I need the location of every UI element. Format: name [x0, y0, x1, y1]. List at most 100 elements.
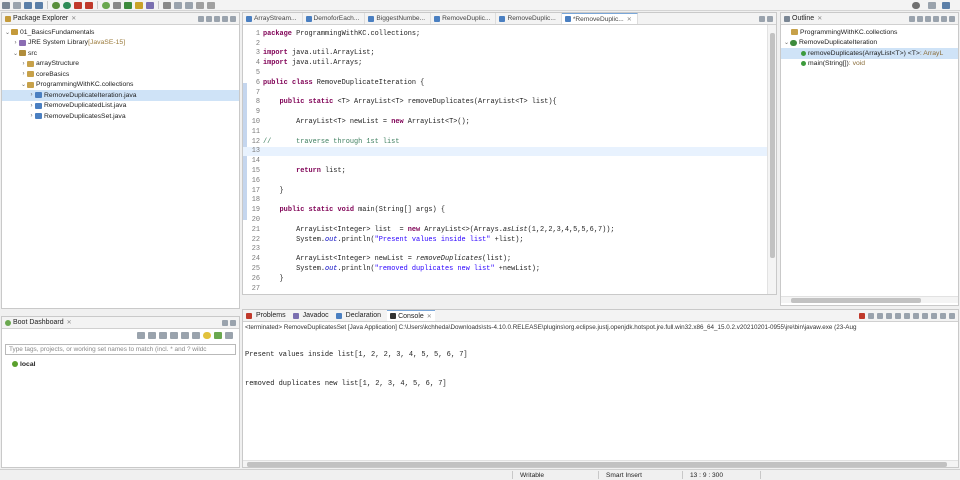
scroll-thumb[interactable]: [791, 298, 921, 303]
forward-icon[interactable]: [207, 1, 215, 9]
open-config-icon[interactable]: [181, 331, 189, 339]
restart-icon[interactable]: [137, 331, 145, 339]
hide-nonpublic-icon[interactable]: [933, 15, 939, 22]
editor-tab-active[interactable]: *RemoveDuplic... ✕: [561, 13, 638, 24]
tree-item-project[interactable]: ⌄ 01_BasicsFundamentals: [2, 27, 239, 38]
editor-tab[interactable]: DemoforEach...: [303, 13, 366, 24]
terminate-icon[interactable]: [859, 312, 865, 319]
minimize-icon[interactable]: [222, 15, 228, 22]
debug-icon[interactable]: [52, 1, 60, 9]
console-icon[interactable]: [192, 331, 200, 339]
tree-item-java-file[interactable]: › RemoveDuplicateIteration.java: [2, 90, 239, 101]
minimize-icon[interactable]: [940, 312, 946, 319]
tree-item-jre[interactable]: › JRE System Library [JavaSE-15]: [2, 38, 239, 49]
collapse-arrow-icon[interactable]: ⌄: [12, 50, 19, 57]
expand-arrow-icon[interactable]: ›: [20, 71, 27, 77]
save-icon[interactable]: [24, 1, 32, 9]
scroll-thumb[interactable]: [770, 33, 775, 258]
save-all-icon[interactable]: [35, 1, 43, 9]
tab-problems[interactable]: Problems: [256, 312, 286, 319]
collapse-arrow-icon[interactable]: ⌄: [783, 39, 790, 46]
expand-arrow-icon[interactable]: ›: [28, 113, 35, 119]
boot-target-item[interactable]: local: [2, 359, 239, 370]
scroll-thumb[interactable]: [247, 462, 947, 467]
run-config-icon[interactable]: [74, 1, 82, 9]
close-icon[interactable]: ✕: [627, 16, 632, 23]
restart-debug-icon[interactable]: [148, 331, 156, 339]
hide-static-icon[interactable]: [925, 15, 931, 22]
expand-arrow-icon[interactable]: ›: [28, 103, 35, 109]
package-explorer-title[interactable]: Package Explorer: [13, 15, 68, 22]
expand-arrow-icon[interactable]: ›: [28, 92, 35, 98]
open-type-icon[interactable]: [146, 1, 154, 9]
maximize-icon[interactable]: [767, 16, 773, 22]
pin-console-icon[interactable]: [913, 312, 919, 319]
stop-icon[interactable]: [85, 1, 93, 9]
close-icon[interactable]: ✕: [817, 15, 822, 22]
lightbulb-icon[interactable]: [203, 331, 211, 339]
open-web-icon[interactable]: [170, 331, 178, 339]
editor-tab[interactable]: RemoveDuplic...: [496, 13, 562, 24]
maximize-icon[interactable]: [949, 312, 955, 319]
sort-icon[interactable]: [909, 15, 915, 22]
tab-declaration[interactable]: Declaration: [346, 312, 381, 319]
search-icon[interactable]: [912, 2, 920, 9]
close-icon[interactable]: ✕: [427, 313, 432, 320]
boot-dashboard-title[interactable]: Boot Dashboard: [13, 319, 64, 326]
expand-arrow-icon[interactable]: ›: [20, 61, 27, 67]
outline-title[interactable]: Outline: [792, 15, 814, 22]
hide-fields-icon[interactable]: [917, 15, 923, 22]
editor-tab[interactable]: RemoveDuplic...: [431, 13, 497, 24]
annotation-next-icon[interactable]: [174, 1, 182, 9]
menu-icon[interactable]: [2, 1, 10, 9]
filter-input[interactable]: Type tags, projects, or working set name…: [5, 344, 236, 355]
minimize-icon[interactable]: [759, 16, 765, 22]
java-perspective-icon[interactable]: [942, 2, 950, 9]
back-icon[interactable]: [196, 1, 204, 9]
search-icon[interactable]: [163, 1, 171, 9]
tree-item-java-file[interactable]: › RemoveDuplicatedList.java: [2, 101, 239, 112]
tree-item-src[interactable]: ⌄ src: [2, 48, 239, 59]
outline-item-method[interactable]: removeDuplicates(ArrayList<T>) <T> : Arr…: [781, 48, 958, 59]
new-icon[interactable]: [13, 1, 21, 9]
view-menu-icon[interactable]: [214, 15, 220, 22]
outline-item-class[interactable]: ⌄ RemoveDuplicateIteration: [781, 38, 958, 49]
run-icon[interactable]: [63, 1, 71, 9]
minimize-icon[interactable]: [222, 319, 228, 326]
code-editor[interactable]: 1 package ProgrammingWithKC.collections; …: [243, 25, 767, 294]
outline-hscrollbar[interactable]: [781, 296, 958, 303]
expand-arrow-icon[interactable]: ›: [12, 40, 19, 46]
close-icon[interactable]: ✕: [67, 319, 72, 326]
collapse-arrow-icon[interactable]: ⌄: [4, 29, 11, 36]
console-output[interactable]: Present values inside list[1, 2, 2, 3, 4…: [243, 332, 958, 408]
tab-console-active[interactable]: Console ✕: [387, 310, 435, 321]
editor-tab[interactable]: BiggestNumbe...: [365, 13, 432, 24]
collapse-arrow-icon[interactable]: ⌄: [20, 81, 27, 88]
new-java-class-icon[interactable]: [124, 1, 132, 9]
annotation-prev-icon[interactable]: [185, 1, 193, 9]
console-hscrollbar[interactable]: [243, 460, 958, 467]
stop-icon[interactable]: [159, 331, 167, 339]
minimize-icon[interactable]: [949, 15, 955, 22]
tree-item-package[interactable]: › arrayStructure: [2, 59, 239, 70]
new-package-icon[interactable]: [135, 1, 143, 9]
clear-console-icon[interactable]: [886, 312, 892, 319]
maximize-icon[interactable]: [230, 319, 236, 326]
boot-run-icon[interactable]: [102, 1, 110, 9]
tree-item-java-file[interactable]: › RemoveDuplicatesSet.java: [2, 111, 239, 122]
view-menu-icon[interactable]: [941, 15, 947, 22]
new-target-icon[interactable]: [214, 331, 222, 339]
scroll-lock-icon[interactable]: [895, 312, 901, 319]
tab-javadoc[interactable]: Javadoc: [303, 312, 329, 319]
open-console-icon[interactable]: [931, 312, 937, 319]
editor-scrollbar[interactable]: [767, 25, 776, 294]
collapse-all-icon[interactable]: [198, 15, 204, 22]
display-console-icon[interactable]: [922, 312, 928, 319]
word-wrap-icon[interactable]: [904, 312, 910, 319]
remove-all-icon[interactable]: [877, 312, 883, 319]
outline-item-package[interactable]: ProgrammingWithKC.collections: [781, 27, 958, 38]
external-tools-icon[interactable]: [113, 1, 121, 9]
filter-icon[interactable]: [225, 331, 233, 339]
remove-launch-icon[interactable]: [868, 312, 874, 319]
link-editor-icon[interactable]: [206, 15, 212, 22]
